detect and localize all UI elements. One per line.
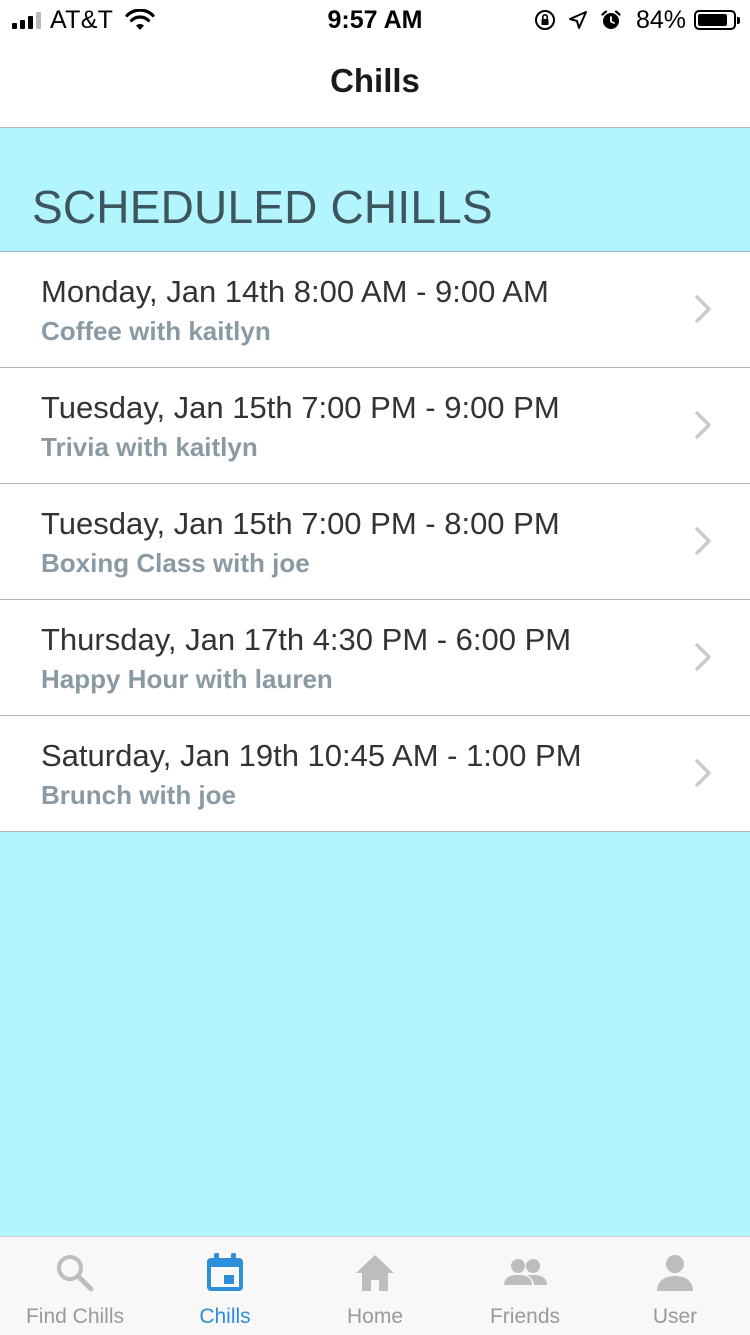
chill-row[interactable]: Tuesday, Jan 15th 7:00 PM - 9:00 PM Triv… [0, 368, 750, 484]
section-title: SCHEDULED CHILLS [32, 181, 493, 233]
friends-icon [504, 1259, 547, 1285]
chill-description: Trivia with kaitlyn [41, 432, 258, 462]
chevron-right-icon [695, 411, 711, 439]
chill-description: Coffee with kaitlyn [41, 316, 271, 346]
user-icon [657, 1255, 693, 1291]
search-icon [57, 1255, 94, 1292]
chill-time: Thursday, Jan 17th 4:30 PM - 6:00 PM [41, 622, 572, 657]
chill-description: Brunch with joe [41, 780, 236, 810]
status-bar: AT&T 9:57 AM 84% [0, 0, 750, 40]
scheduled-chills-list: Monday, Jan 14th 8:00 AM - 9:00 AM Coffe… [0, 252, 750, 832]
tab-find-chills[interactable]: Find Chills [0, 1237, 150, 1335]
alarm-icon [601, 10, 621, 29]
tab-chills[interactable]: Chills [150, 1237, 300, 1335]
chevron-right-icon [695, 643, 711, 671]
section-header: SCHEDULED CHILLS [0, 128, 750, 252]
tab-label: Friends [489, 1305, 561, 1328]
calendar-icon [207, 1253, 243, 1291]
tab-user[interactable]: User [600, 1237, 750, 1335]
tab-label: Home [346, 1305, 404, 1328]
chill-description: Happy Hour with lauren [41, 664, 333, 694]
orientation-lock-icon [534, 10, 555, 30]
battery-percent: 84% [635, 5, 686, 34]
chill-row[interactable]: Thursday, Jan 17th 4:30 PM - 6:00 PM Hap… [0, 600, 750, 716]
chill-time: Tuesday, Jan 15th 7:00 PM - 8:00 PM [41, 506, 560, 541]
chill-description: Boxing Class with joe [41, 548, 310, 578]
chevron-right-icon [695, 759, 711, 787]
tab-label: Chills [199, 1305, 251, 1328]
chill-row[interactable]: Monday, Jan 14th 8:00 AM - 9:00 AM Coffe… [0, 252, 750, 368]
navigation-bar: Chills [0, 40, 750, 128]
page-title: Chills [330, 62, 420, 99]
location-icon [568, 11, 587, 29]
chill-row[interactable]: Tuesday, Jan 15th 7:00 PM - 8:00 PM Boxi… [0, 484, 750, 600]
chill-time: Monday, Jan 14th 8:00 AM - 9:00 AM [41, 274, 549, 309]
chill-time: Saturday, Jan 19th 10:45 AM - 1:00 PM [41, 738, 582, 773]
chill-row[interactable]: Saturday, Jan 19th 10:45 AM - 1:00 PM Br… [0, 716, 750, 832]
chevron-right-icon [695, 295, 711, 323]
tab-friends[interactable]: Friends [450, 1237, 600, 1335]
tab-label: User [652, 1305, 698, 1328]
tab-home[interactable]: Home [300, 1237, 450, 1335]
chevron-right-icon [695, 527, 711, 555]
status-right: 84% [522, 5, 740, 34]
tab-bar: Find Chills Chills Home Friends User [0, 1236, 750, 1335]
tab-label: Find Chills [25, 1305, 125, 1328]
battery-icon [694, 10, 740, 30]
battery-fill [698, 14, 727, 26]
chill-time: Tuesday, Jan 15th 7:00 PM - 9:00 PM [41, 390, 560, 425]
home-icon [356, 1255, 394, 1291]
